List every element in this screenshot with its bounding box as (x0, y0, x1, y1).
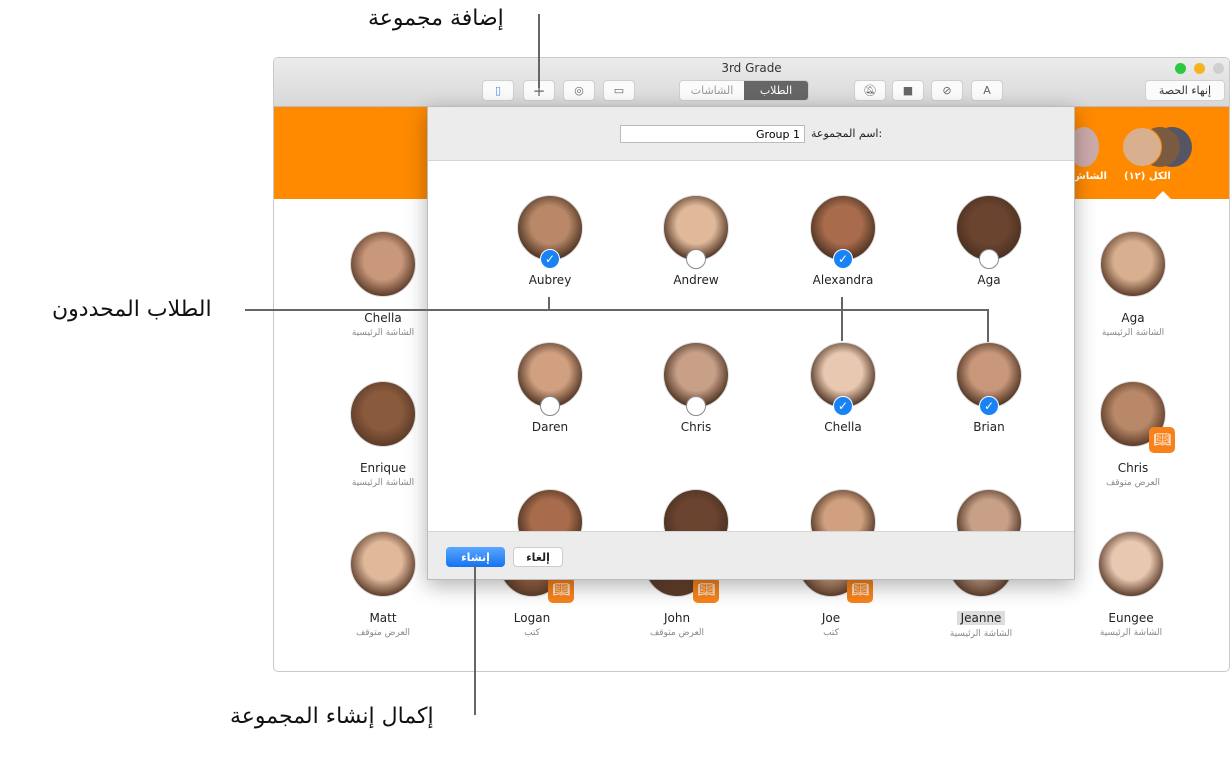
student-avatar (350, 531, 416, 597)
annotation-finish-group: إكمال إنشاء المجموعة (230, 704, 434, 729)
dialog-student[interactable]: ✓ Brian (929, 342, 1049, 434)
student-name: Joe (821, 611, 841, 625)
airplay-icon[interactable]: ▭ (603, 80, 635, 101)
student-tile[interactable]: Aga الشاشة الرئيسية (1073, 231, 1193, 338)
books-icon: 📖︎ (548, 577, 574, 603)
app-store-icon[interactable]: A (971, 80, 1003, 101)
student-name: Aga (977, 273, 1001, 287)
student-name: Matt (369, 611, 397, 625)
annotation-add-group: إضافة مجموعة (368, 6, 504, 31)
student-name: Chris (680, 420, 712, 434)
student-name: Logan (513, 611, 551, 625)
checkmark-icon[interactable]: ✓ (540, 249, 560, 269)
dialog-student[interactable]: Daren (490, 342, 610, 434)
new-group-dialog: اسم المجموعة: ✓ Aubrey Andrew ✓ Alexandr… (427, 106, 1075, 580)
student-status: كتب (823, 628, 839, 638)
toolbar: 3rd Grade ▯ + ◎ ▭ الشاشات الطلاب 🔕︎ ■ ⊘ … (274, 58, 1229, 107)
tab-students[interactable]: الطلاب (744, 81, 808, 100)
group-name-input[interactable] (620, 125, 805, 143)
student-tile[interactable]: 📖︎ Chris العرض متوقف (1073, 381, 1193, 488)
student-status: الشاشة الرئيسية (351, 328, 415, 338)
dialog-student[interactable]: ✓ Alexandra (783, 195, 903, 287)
checkbox[interactable] (686, 396, 706, 416)
student-avatar (350, 381, 416, 447)
books-icon: 📖︎ (693, 577, 719, 603)
group-name-label: اسم المجموعة: (811, 127, 883, 140)
student-name: Enrique (359, 461, 407, 475)
dialog-student[interactable]: Chris (636, 342, 756, 434)
create-button[interactable]: إنشاء (446, 547, 505, 567)
compass-icon[interactable]: ⊘ (931, 80, 963, 101)
student-status: العرض متوقف (355, 628, 411, 638)
all-group[interactable] (1122, 127, 1192, 167)
student-status: كتب (524, 628, 540, 638)
view-tabs: الشاشات الطلاب (679, 80, 809, 101)
student-status: العرض متوقف (649, 628, 705, 638)
student-avatar (1098, 531, 1164, 597)
student-name: Eungee (1108, 611, 1154, 625)
checkbox[interactable] (540, 396, 560, 416)
student-status: الشاشة الرئيسية (1099, 628, 1163, 638)
student-name: Chella (824, 420, 862, 434)
dialog-student[interactable]: Aga (929, 195, 1049, 287)
student-status: الشاشة الرئيسية (949, 629, 1013, 639)
cancel-button[interactable]: إلغاء (513, 547, 563, 567)
student-status: العرض متوقف (1105, 478, 1161, 488)
dialog-student[interactable]: Andrew (636, 195, 756, 287)
student-name: John (663, 611, 691, 625)
student-name: Andrew (673, 273, 719, 287)
student-name: Aga (1121, 311, 1145, 325)
checkbox[interactable] (979, 249, 999, 269)
lock-icon[interactable]: ■ (892, 80, 924, 101)
student-name: Chris (1117, 461, 1149, 475)
student-status: الشاشة الرئيسية (351, 478, 415, 488)
student-status: الشاشة الرئيسية (1101, 328, 1165, 338)
student-name: Chella (364, 311, 402, 325)
device-icon[interactable]: ▯ (482, 80, 514, 101)
student-name: Daren (531, 420, 569, 434)
window-title: 3rd Grade (721, 61, 782, 75)
mute-icon[interactable]: 🔕︎ (854, 80, 886, 101)
books-icon: 📖︎ (847, 577, 873, 603)
screens-group-label: الشاش (1072, 171, 1107, 182)
minimize-button[interactable] (1194, 63, 1205, 74)
add-person-icon[interactable]: ◎ (563, 80, 595, 101)
end-class-button[interactable]: إنهاء الحصة (1145, 80, 1225, 101)
student-name: Aubrey (528, 273, 572, 287)
dialog-student[interactable]: ✓ Aubrey (490, 195, 610, 287)
student-name: Jeanne (956, 611, 1006, 625)
student-avatar (1100, 231, 1166, 297)
checkmark-icon[interactable]: ✓ (833, 249, 853, 269)
tab-screens[interactable]: الشاشات (680, 81, 744, 100)
checkmark-icon[interactable]: ✓ (979, 396, 999, 416)
student-tile[interactable]: Enrique الشاشة الرئيسية (323, 381, 443, 488)
close-button[interactable] (1213, 63, 1224, 74)
checkbox[interactable] (686, 249, 706, 269)
student-name: Brian (973, 420, 1005, 434)
student-tile[interactable]: Chella الشاشة الرئيسية (323, 231, 443, 338)
student-tile[interactable]: Eungee الشاشة الرئيسية (1071, 531, 1191, 638)
annotation-selected-students: الطلاب المحددون (52, 297, 212, 322)
callout-line (538, 14, 540, 88)
checkmark-icon[interactable]: ✓ (833, 396, 853, 416)
student-avatar (350, 231, 416, 297)
books-icon: 📖︎ (1149, 427, 1175, 453)
student-tile[interactable]: Matt العرض متوقف (323, 531, 443, 638)
student-name: Alexandra (812, 273, 874, 287)
zoom-button[interactable] (1175, 63, 1186, 74)
all-group-label: الكل (١٢) (1124, 171, 1171, 182)
dialog-student[interactable]: ✓ Chella (783, 342, 903, 434)
